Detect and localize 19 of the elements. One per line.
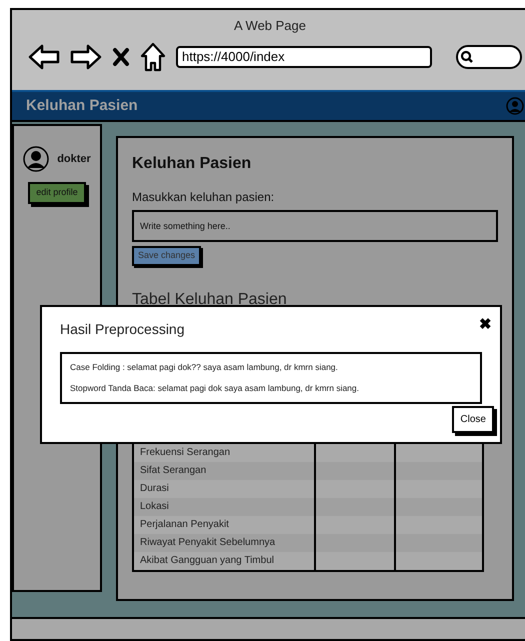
close-icon[interactable] bbox=[112, 46, 130, 66]
navbar-title: Keluhan Pasien bbox=[26, 96, 138, 116]
address-bar[interactable]: https://4000/index bbox=[176, 46, 432, 68]
table-title: Tabel Keluhan Pasien bbox=[132, 290, 288, 310]
username: dokter bbox=[57, 152, 91, 167]
result-line: Case Folding : selamat pagi dok?? saya asam lambung, dr kmrn siang. bbox=[70, 361, 339, 374]
forward-icon[interactable] bbox=[70, 42, 102, 70]
home-icon[interactable] bbox=[140, 42, 166, 72]
window-title: A Web Page bbox=[234, 17, 306, 35]
search-field[interactable] bbox=[456, 44, 522, 68]
form-heading: Keluhan Pasien bbox=[132, 154, 252, 174]
result-line: Stopword Tanda Baca: selamat pagi dok saya asam lambung, dr kmrn siang. bbox=[70, 382, 360, 394]
dialog-title: Hasil Preprocessing bbox=[60, 320, 184, 339]
complaint-input[interactable]: Write something here.. bbox=[132, 210, 498, 242]
table-cell: Akibat Gangguan yang Timbul bbox=[134, 552, 316, 570]
avatar-icon bbox=[23, 146, 50, 172]
form-label: Masukkan keluhan pasien: bbox=[132, 189, 276, 206]
back-icon[interactable] bbox=[28, 42, 60, 70]
search-icon bbox=[460, 50, 474, 64]
